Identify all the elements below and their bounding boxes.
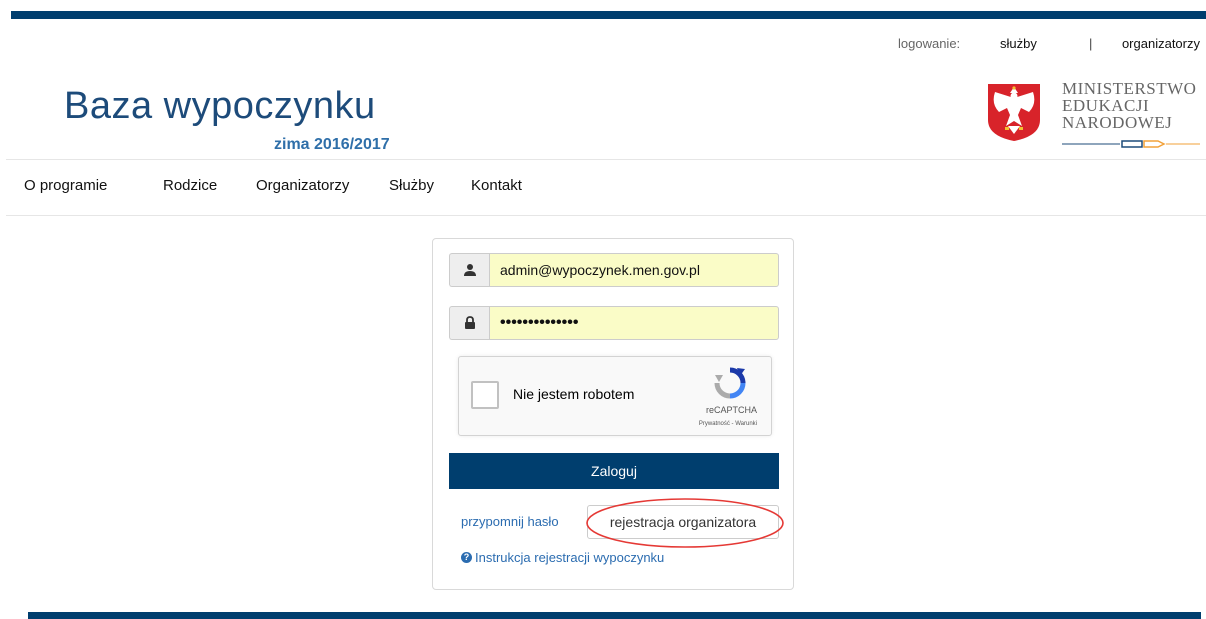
nav-item-organizatorzy[interactable]: Organizatorzy	[256, 177, 349, 194]
site-season: zima 2016/2017	[274, 136, 390, 153]
recaptcha-checkbox[interactable]	[471, 381, 499, 409]
user-icon-addon	[449, 253, 489, 287]
question-circle-icon: ?	[461, 552, 472, 563]
recaptcha-logo-icon	[714, 367, 746, 399]
registration-help-link[interactable]: ? Instrukcja rejestracji wypoczynku	[461, 550, 664, 565]
login-services-link[interactable]: służby	[1000, 36, 1037, 51]
nav-item-kontakt[interactable]: Kontakt	[471, 177, 522, 194]
user-icon	[463, 264, 476, 276]
ministry-pencil-line-icon	[1062, 140, 1200, 148]
site-title[interactable]: Baza wypoczynku	[64, 85, 376, 128]
polish-eagle-emblem-icon	[988, 84, 1040, 141]
login-label: logowanie:	[898, 36, 961, 51]
recaptcha-brand: reCAPTCHA	[705, 405, 757, 415]
login-separator: |	[1089, 36, 1093, 51]
lock-icon	[464, 316, 475, 329]
ministry-line-2: EDUKACJI	[1062, 96, 1150, 115]
registration-help-label: Instrukcja rejestracji wypoczynku	[475, 550, 665, 565]
login-links: logowanie: służby | organizatorzy	[890, 36, 1206, 56]
nav-item-o-programie[interactable]: O programie	[24, 177, 107, 194]
recaptcha-label: Nie jestem robotem	[513, 386, 635, 402]
ministry-logo-text: MINISTERSTWO EDUKACJI NARODOWEJ	[1062, 80, 1196, 131]
lock-icon-addon	[449, 306, 489, 340]
remind-password-link[interactable]: przypomnij hasło	[461, 514, 559, 529]
password-field[interactable]: ••••••••••••••	[489, 306, 779, 340]
ministry-line-1: MINISTERSTWO	[1062, 79, 1197, 98]
nav-divider	[6, 215, 1206, 216]
register-organizer-button[interactable]: rejestracja organizatora	[587, 505, 779, 539]
nav-item-sluzby[interactable]: Służby	[389, 177, 434, 194]
login-submit-button[interactable]: Zaloguj	[449, 453, 779, 489]
nav-item-rodzice[interactable]: Rodzice	[163, 177, 217, 194]
recaptcha-terms[interactable]: Prywatność - Warunki	[699, 421, 757, 427]
top-accent-bar	[11, 11, 1206, 19]
recaptcha-widget: Nie jestem robotem reCAPTCHA Prywatność …	[458, 356, 772, 436]
password-input-group: ••••••••••••••	[449, 306, 779, 340]
bottom-accent-bar	[28, 612, 1201, 619]
header-divider	[6, 159, 1206, 160]
login-organizers-link[interactable]: organizatorzy	[1122, 36, 1200, 51]
ministry-line-3: NARODOWEJ	[1062, 113, 1173, 132]
email-input-group: admin@wypoczynek.men.gov.pl	[449, 253, 779, 287]
email-field[interactable]: admin@wypoczynek.men.gov.pl	[489, 253, 779, 287]
